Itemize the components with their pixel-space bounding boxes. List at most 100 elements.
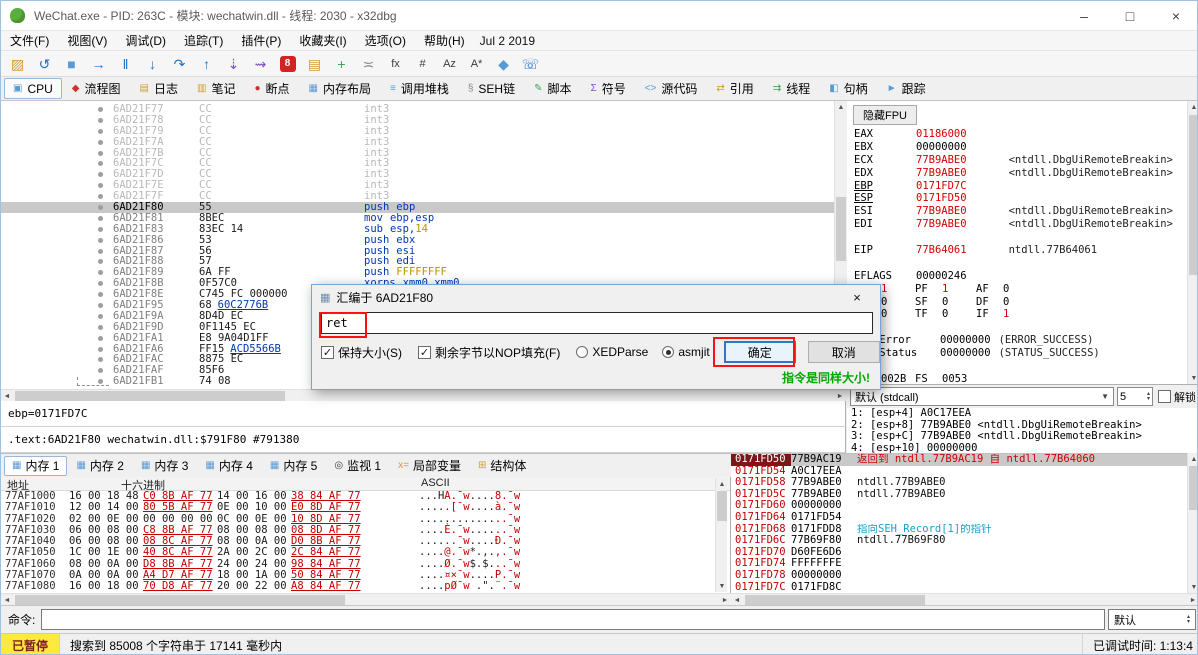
register-line[interactable] [847,360,1187,373]
tab-call-stack[interactable]: ≡调用堆栈 [381,78,458,99]
tab-notes[interactable]: ▥笔记 [188,78,244,99]
scroll-thumb[interactable] [1189,466,1198,510]
dialog-titlebar[interactable]: ▦ 汇编于 6AD21F80 × [312,285,880,310]
toolbar-notes-icon[interactable]: ▤ [302,53,327,75]
stack-row[interactable]: 0171FD6C77B69F80ntdll.77B69F80 [731,535,1198,547]
scroll-up-icon[interactable]: ▲ [1188,101,1198,113]
scroll-down-icon[interactable]: ▼ [1188,372,1198,384]
dump-vertical-scrollbar[interactable]: ▲ ▼ [715,478,727,592]
argument-row[interactable]: 3: [esp+C] 77B9ABE0 <ntdll.DbgUiRemoteBr… [847,431,1198,443]
tab-breakpoints[interactable]: ●断点 [245,78,298,99]
stack-row[interactable]: 0171FD7800000000 [731,570,1198,582]
register-line[interactable]: EBP0171FD7C [847,180,1187,193]
stack-row[interactable]: 0171FD7C0171FD8C [731,582,1198,593]
toolbar-restart-icon[interactable]: ↺ [32,53,57,75]
register-line[interactable]: EFLAGS00000246 [847,270,1187,283]
tab-source[interactable]: <>源代码 [636,78,707,99]
register-line[interactable] [847,231,1187,244]
argument-row[interactable]: 1: [esp+4] A0C17EEA [847,408,1198,420]
register-line[interactable]: EDX77B9ABE0<ntdll.DbgUiRemoteBreakin> [847,167,1187,180]
toolbar-patches-icon[interactable]: # [410,53,435,75]
tab-graph[interactable]: ◆流程图 [63,78,130,99]
unlock-checkbox[interactable] [1158,390,1171,403]
register-line[interactable]: ZF1PF1AF0 [847,283,1187,296]
memory-dump-panel[interactable]: 地址 十六进制 ASCII 77AF100016 00 18 48C0 8B A… [1,477,731,605]
toolbar-calculator-icon[interactable]: fx [383,53,408,75]
tab-references[interactable]: ⇄引用 [707,78,762,99]
tab-watch-1[interactable]: ◎监视 1 [326,456,389,476]
dump-horizontal-scrollbar[interactable]: ◄ ► [1,593,731,605]
registers-vertical-scrollbar[interactable]: ▲ ▼ [1187,101,1198,384]
stack-panel[interactable]: 0171FD5077B9AC19返回到 ntdll.77B9AC19 自 ntd… [731,453,1198,593]
toolbar-pause-icon[interactable]: ‖ [113,53,138,75]
register-line[interactable]: ECX77B9ABE0<ntdll.DbgUiRemoteBreakin> [847,154,1187,167]
scroll-thumb[interactable] [836,197,846,261]
calling-convention-select[interactable]: 默认 (stdcall) ▼ [850,387,1114,406]
argument-count-spinner[interactable]: 5 ▴▾ [1117,387,1153,406]
tab-memory-3[interactable]: ▦内存 3 [133,456,196,476]
tab-trace[interactable]: ►跟踪 [878,78,935,99]
toolbar-run-icon[interactable]: → [86,53,111,75]
toolbar-stop-icon[interactable]: ■ [59,53,84,75]
register-line[interactable]: EAX01186000 [847,128,1187,141]
register-line[interactable]: OF0SF0DF0 [847,296,1187,309]
menu-debug[interactable]: 调试(D) [116,31,175,50]
menu-view[interactable]: 视图(V) [58,31,116,50]
stack-row[interactable]: 0171FD5077B9AC19返回到 ntdll.77B9AC19 自 ntd… [731,454,1198,466]
tab-handles[interactable]: ◧句柄 [820,78,876,99]
register-line[interactable] [847,321,1187,334]
tab-memory-5[interactable]: ▦内存 5 [262,456,325,476]
scroll-thumb[interactable] [717,491,727,521]
tab-memory-2[interactable]: ▦内存 2 [68,456,131,476]
unlock-toggle[interactable]: 解锁 [1158,389,1196,405]
scroll-thumb[interactable] [15,595,345,605]
menu-file[interactable]: 文件(F) [1,31,58,50]
menu-help[interactable]: 帮助(H) [415,31,474,50]
registers-panel[interactable]: 隐藏FPU EAX01186000EBX00000000ECX77B9ABE0<… [847,101,1187,384]
asmjit-label[interactable]: asmjit [678,345,709,359]
toolbar-strings-icon[interactable]: Az [437,53,462,75]
tab-log[interactable]: ▤日志 [131,78,187,99]
toolbar-trace-over-icon[interactable]: ⇝ [248,53,273,75]
toolbar-search-icon[interactable]: A* [464,53,489,75]
menu-plugins[interactable]: 插件(P) [232,31,290,50]
disasm-row[interactable]: 6AD21F8653pushebx [1,235,845,246]
command-profile-select[interactable]: 默认 ▴▾ [1108,609,1196,630]
menu-options[interactable]: 选项(O) [356,31,415,50]
toolbar-step-into-icon[interactable]: ↓ [140,53,165,75]
tab-struct[interactable]: ⊞结构体 [470,456,534,476]
toolbar-red-8-icon[interactable]: 8 [275,53,300,75]
scroll-down-icon[interactable]: ▼ [716,580,728,592]
scroll-thumb[interactable] [15,391,285,401]
stack-horizontal-scrollbar[interactable]: ◄ ► [731,593,1198,605]
toolbar-open-file-icon[interactable]: ▨ [5,53,30,75]
hide-fpu-button[interactable]: 隐藏FPU [853,105,917,125]
toolbar-graph-icon[interactable]: ◆ [491,53,516,75]
tab-cpu[interactable]: ▣CPU [4,78,62,99]
register-line[interactable] [847,257,1187,270]
cancel-button[interactable]: 取消 [808,341,880,363]
disasm-horizontal-scrollbar[interactable]: ◄ ► [1,389,846,401]
nop-fill-label[interactable]: 剩余字节以NOP填充(F) [435,344,560,361]
register-line[interactable]: EIP77B64061ntdll.77B64061 [847,244,1187,257]
tab-memory-4[interactable]: ▦内存 4 [197,456,260,476]
tab-memory-map[interactable]: ▦内存布局 [300,78,380,99]
scroll-thumb[interactable] [1189,115,1198,275]
register-line[interactable]: CF0TF0IF1 [847,308,1187,321]
maximize-button[interactable]: □ [1107,1,1153,30]
register-line[interactable]: ESI77B9ABE0<ntdll.DbgUiRemoteBreakin> [847,205,1187,218]
register-line[interactable]: EDI77B9ABE0<ntdll.DbgUiRemoteBreakin> [847,218,1187,231]
scroll-up-icon[interactable]: ▲ [716,478,728,490]
register-line[interactable]: ESP0171FD50 [847,192,1187,205]
scroll-up-icon[interactable]: ▲ [1188,453,1198,465]
scroll-down-icon[interactable]: ▼ [1188,581,1198,593]
tab-script[interactable]: ✎脚本 [525,78,580,99]
asmjit-radio[interactable] [662,346,674,358]
tab-seh-chain[interactable]: §SEH链 [459,78,524,99]
toolbar-handles-icon[interactable]: ☏ [518,53,543,75]
toolbar-trace-into-icon[interactable]: ⇣ [221,53,246,75]
register-line[interactable]: LastStatus00000000(STATUS_SUCCESS) [847,347,1187,360]
dump-row[interactable]: 77AF101012 00 14 0080 5B AF 770E 00 10 0… [1,502,730,513]
menu-trace[interactable]: 追踪(T) [175,31,232,50]
keep-size-checkbox[interactable]: ✓ [321,346,334,359]
